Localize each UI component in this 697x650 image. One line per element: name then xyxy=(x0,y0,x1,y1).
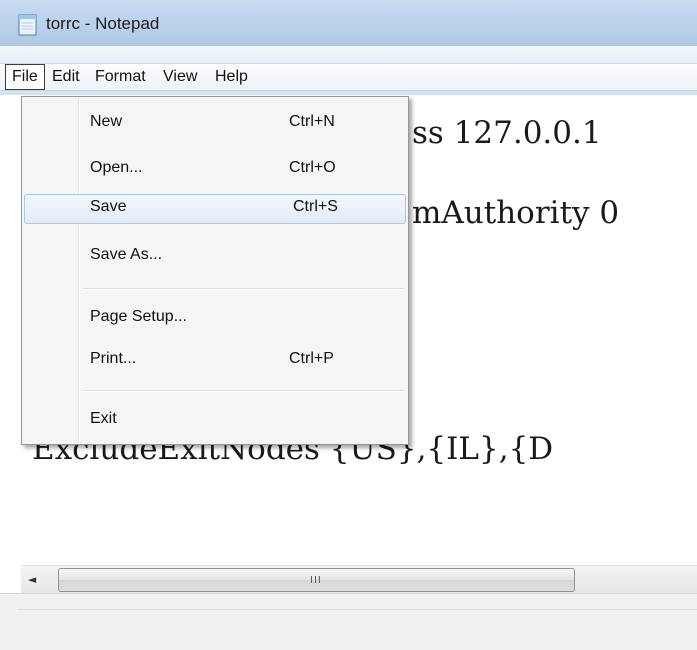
menu-item-label: Save As... xyxy=(90,246,163,263)
menu-item-exit[interactable]: Exit xyxy=(24,406,406,436)
menu-item-save[interactable]: Save Ctrl+S xyxy=(24,194,406,224)
menu-item-label: Print... xyxy=(90,350,137,367)
menu-item-label: Page Setup... xyxy=(90,308,187,325)
title-bar[interactable]: torrc - Notepad xyxy=(0,0,697,46)
file-menu-dropdown: New Ctrl+N Open... Ctrl+O Save Ctrl+S Sa… xyxy=(21,96,409,445)
horizontal-scrollbar[interactable]: ◄ III xyxy=(21,565,697,594)
menu-help[interactable]: Help xyxy=(209,65,254,89)
menu-edit[interactable]: Edit xyxy=(46,65,86,89)
menu-format[interactable]: Format xyxy=(89,65,152,89)
menu-item-label: Open... xyxy=(90,159,143,176)
menu-item-new[interactable]: New Ctrl+N xyxy=(24,109,406,139)
notepad-icon xyxy=(18,14,37,36)
menu-separator xyxy=(82,390,404,392)
menu-view[interactable]: View xyxy=(157,65,203,89)
menu-item-shortcut: Ctrl+P xyxy=(289,350,334,367)
menu-item-shortcut: Ctrl+S xyxy=(293,198,338,215)
editor-line: mAuthority 0 xyxy=(412,195,620,231)
notepad-window: torrc - Notepad File Edit Format View He… xyxy=(0,0,697,650)
menu-item-shortcut: Ctrl+N xyxy=(289,113,335,130)
editor-line: ss 127.0.0.1 xyxy=(412,115,602,151)
menu-item-label: Save xyxy=(90,198,127,215)
grip-icon: III xyxy=(310,575,322,586)
menu-item-open[interactable]: Open... Ctrl+O xyxy=(24,155,406,185)
scrollbar-thumb[interactable]: III xyxy=(58,568,575,592)
menu-item-save-as[interactable]: Save As... xyxy=(24,242,406,272)
scroll-left-arrow-icon[interactable]: ◄ xyxy=(21,569,43,591)
menu-item-label: New xyxy=(90,113,123,130)
menu-separator xyxy=(82,288,404,290)
window-title: torrc - Notepad xyxy=(46,14,160,33)
menu-item-shortcut: Ctrl+O xyxy=(289,159,336,176)
menu-item-page-setup[interactable]: Page Setup... xyxy=(24,304,406,334)
menu-item-label: Exit xyxy=(90,410,117,427)
menu-file[interactable]: File xyxy=(5,64,45,90)
status-bar xyxy=(0,593,697,650)
menu-bar: File Edit Format View Help xyxy=(0,46,697,95)
menu-item-print[interactable]: Print... Ctrl+P xyxy=(24,346,406,376)
